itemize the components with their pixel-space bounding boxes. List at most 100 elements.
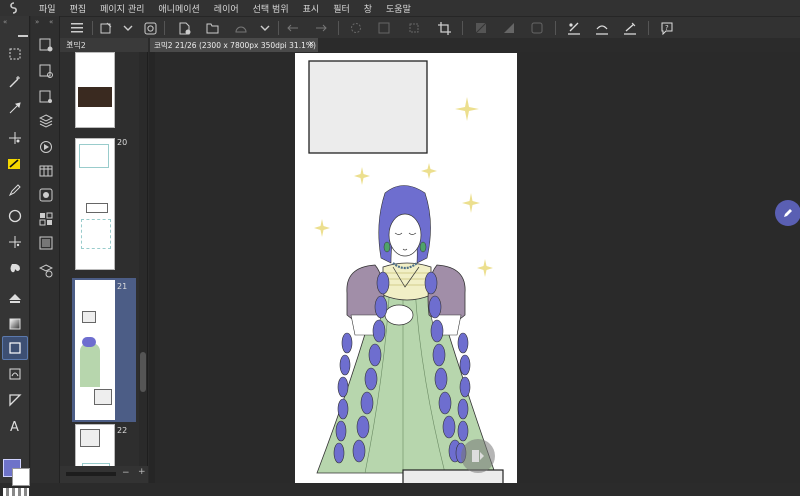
blend-icon[interactable] — [2, 256, 28, 280]
menu-item-help[interactable]: 도움말 — [379, 2, 418, 15]
layers-icon[interactable] — [37, 112, 55, 130]
page-thumb-20[interactable] — [75, 138, 115, 270]
collapse-chevrons-icon-2[interactable]: » — [35, 18, 39, 26]
thumb-balloon — [86, 203, 108, 213]
page-thumb-19[interactable] — [75, 52, 115, 128]
page-thumb-21[interactable] — [75, 280, 115, 420]
chevron-down-icon-2[interactable] — [256, 19, 274, 37]
circle-figure-icon[interactable] — [2, 204, 28, 228]
undo-icon[interactable] — [284, 19, 302, 37]
menu-item-edit[interactable]: 편집 — [63, 2, 94, 15]
settings-icon[interactable] — [141, 19, 159, 37]
menu-item-selection[interactable]: 선택 범위 — [246, 2, 296, 15]
menu-item-page-management[interactable]: 페이지 관리 — [93, 2, 151, 15]
thumb-dress — [80, 343, 100, 387]
clip-studio-logo-icon[interactable] — [6, 0, 22, 16]
open-icon[interactable] — [204, 19, 222, 37]
canvas-page[interactable] — [295, 53, 517, 483]
brush-icon[interactable] — [2, 152, 28, 176]
correct-line-icon[interactable] — [565, 19, 583, 37]
rect-frame-icon[interactable] — [2, 336, 28, 360]
menu-item-view[interactable]: 표시 — [296, 2, 327, 15]
page-number-20: 20 — [117, 138, 128, 147]
expand-chevrons-icon[interactable]: « — [49, 18, 53, 26]
page-add-icon[interactable] — [37, 62, 55, 80]
page-settings-icon[interactable] — [37, 36, 55, 54]
fill-icon[interactable] — [2, 286, 28, 310]
page-thumb-22[interactable] — [75, 424, 115, 466]
text-icon[interactable]: A — [2, 414, 28, 438]
thumb-hair — [82, 337, 96, 347]
svg-text:?: ? — [665, 24, 669, 32]
auto-actions-icon[interactable] — [37, 262, 55, 280]
menu-item-file[interactable]: 파일 — [32, 2, 63, 15]
correct-icon[interactable] — [2, 362, 28, 386]
mask-icon[interactable] — [528, 19, 546, 37]
page-management-panel: 코믹2 × 20 21 22 − + — [60, 38, 148, 483]
zoom-slider[interactable] — [66, 472, 116, 476]
rotate-icon[interactable] — [593, 19, 611, 37]
canvas-left-edge — [149, 52, 155, 483]
thumb-panel-3 — [80, 429, 100, 447]
page-flip-button[interactable] — [461, 439, 495, 473]
pages-icon[interactable] — [37, 88, 55, 106]
transparent-color-icon[interactable] — [3, 488, 29, 496]
sub-color-swatch[interactable] — [12, 468, 30, 486]
command-bar: ? — [60, 16, 800, 38]
menu-item-filter[interactable]: 필터 — [326, 2, 357, 15]
scrollbar-thumb[interactable] — [140, 352, 146, 392]
canvas-area[interactable] — [149, 52, 800, 483]
menu-item-layer[interactable]: 레이어 — [207, 2, 246, 15]
new-page-icon[interactable] — [175, 19, 193, 37]
ruler-toggle-icon[interactable] — [621, 19, 639, 37]
page-panel-footer: − + — [60, 466, 148, 483]
deselect-icon[interactable] — [347, 19, 365, 37]
fill-selection-icon[interactable] — [500, 19, 518, 37]
crop-icon[interactable] — [435, 19, 453, 37]
svg-text:A: A — [10, 420, 19, 433]
tool-palette: « A — [0, 16, 30, 496]
navigator-icon[interactable] — [37, 138, 55, 156]
illustration — [308, 60, 504, 483]
timeline-icon[interactable] — [37, 162, 55, 180]
pencil-mini-icon — [18, 35, 28, 37]
thumb-image — [78, 87, 112, 107]
save-icon[interactable] — [232, 19, 250, 37]
thumb-panel — [82, 311, 96, 323]
move-icon[interactable] — [2, 126, 28, 150]
menu-item-animation[interactable]: 애니메이션 — [151, 2, 206, 15]
edit-pen-icon[interactable] — [775, 200, 800, 226]
info-icon[interactable] — [37, 234, 55, 252]
new-file-icon[interactable] — [97, 19, 115, 37]
menu-icon[interactable] — [68, 19, 86, 37]
material-icon[interactable] — [37, 186, 55, 204]
magic-wand-icon[interactable] — [2, 70, 28, 94]
thumb-sketch-2 — [81, 219, 111, 249]
gradient-icon[interactable] — [2, 312, 28, 336]
zoom-out-icon[interactable]: − — [122, 468, 130, 478]
document-tab[interactable]: 코믹2 21/26 (2300 x 7800px 350dpi 31.1%) × — [150, 38, 318, 52]
page-panel-tab[interactable]: 코믹2 × — [60, 38, 148, 52]
pen-icon[interactable] — [2, 178, 28, 202]
ruler-icon[interactable] — [2, 388, 28, 412]
help-icon[interactable]: ? — [658, 19, 676, 37]
redo-icon[interactable] — [312, 19, 330, 37]
chevron-down-icon[interactable] — [119, 19, 137, 37]
show-area-icon[interactable] — [405, 19, 423, 37]
marquee-icon[interactable] — [2, 42, 28, 66]
eyedropper-icon[interactable] — [2, 96, 28, 120]
collapse-chevrons-icon[interactable]: « — [3, 18, 7, 26]
close-icon-doc[interactable]: × — [308, 39, 315, 48]
page-number-22: 22 — [117, 426, 128, 435]
page-thumbnails: 20 21 22 — [72, 52, 136, 466]
page-number-21: 21 — [117, 282, 128, 291]
sparkle-tool-icon[interactable] — [2, 230, 28, 254]
history-icon[interactable] — [37, 210, 55, 228]
page-panel-scrollbar[interactable] — [139, 52, 147, 466]
menu-item-window[interactable]: 창 — [357, 2, 379, 15]
clear-icon[interactable] — [472, 19, 490, 37]
document-tab-label: 코믹2 21/26 (2300 x 7800px 350dpi 31.1%) — [154, 41, 316, 50]
close-icon[interactable]: × — [66, 39, 142, 49]
invert-icon[interactable] — [375, 19, 393, 37]
zoom-in-icon[interactable]: + — [138, 467, 146, 477]
